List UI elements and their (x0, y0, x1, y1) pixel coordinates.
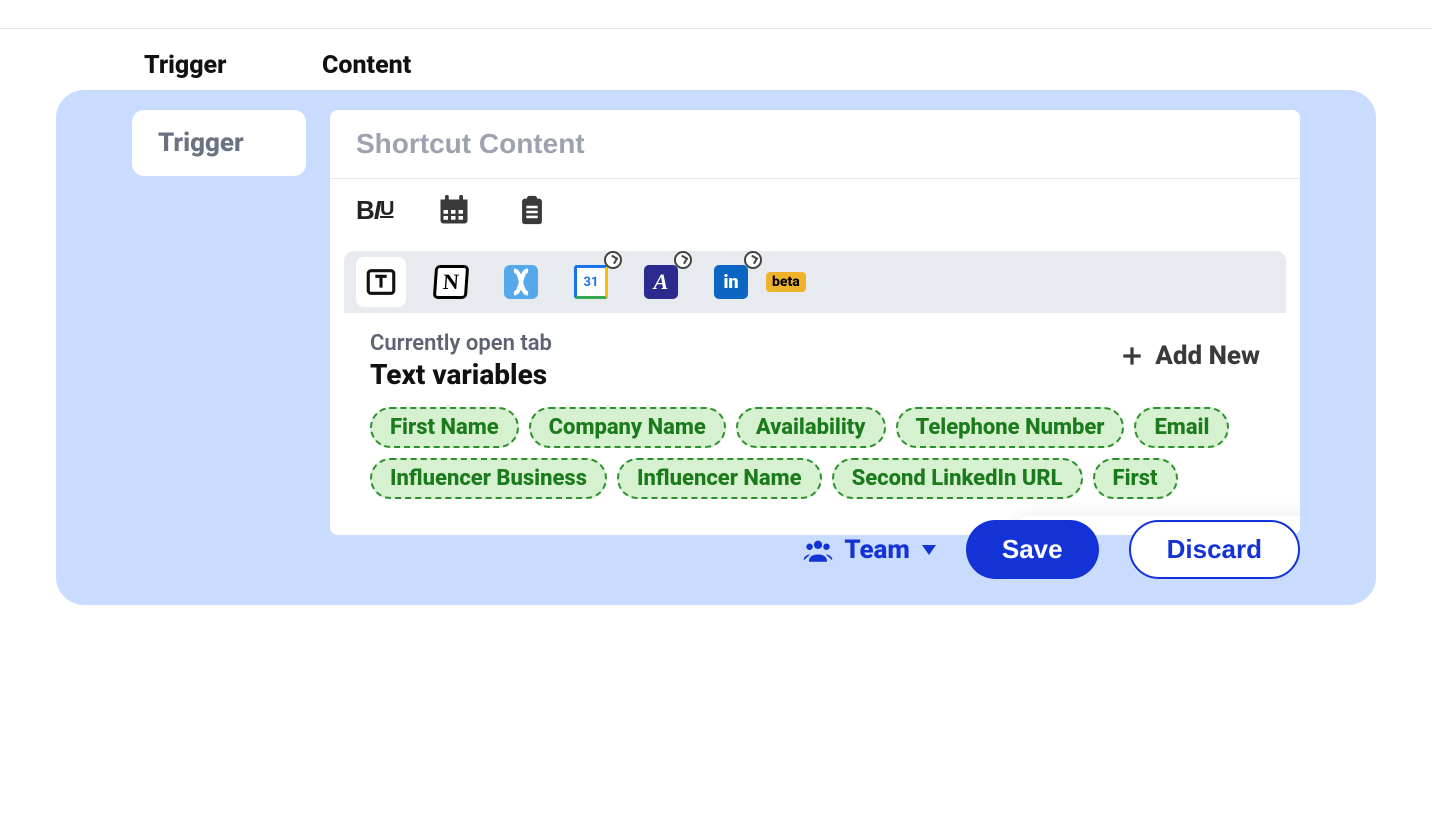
shortcut-icon (504, 265, 538, 299)
save-button[interactable]: Save (966, 520, 1099, 579)
tab-linkedin[interactable]: in (706, 257, 756, 307)
add-new-button[interactable]: Add New (1119, 341, 1260, 371)
tab-google-calendar[interactable]: 31 (566, 257, 616, 307)
recent-badge-icon (674, 251, 692, 269)
content-input[interactable] (330, 110, 1300, 178)
recent-badge-icon (744, 251, 762, 269)
recent-badge-icon (604, 251, 622, 269)
bold-italic-underline-button[interactable]: BIU (356, 195, 393, 226)
team-dropdown-label: Team (844, 535, 910, 565)
variable-token[interactable]: Second LinkedIn URL (832, 458, 1083, 499)
clipboard-icon[interactable] (515, 191, 549, 229)
trigger-placeholder: Trigger (158, 128, 244, 158)
format-toolbar: BIU (330, 179, 1300, 237)
token-list: First NameCompany NameAvailabilityTeleph… (370, 407, 1260, 499)
integration-tabs: N 31 A in (344, 251, 1286, 313)
tab-notion[interactable]: N (426, 257, 476, 307)
tab-asana[interactable]: A (636, 257, 686, 307)
footer-actions: Team Save Discard (802, 520, 1300, 579)
chevron-down-icon (922, 545, 936, 555)
variable-token[interactable]: First (1093, 458, 1178, 499)
notion-icon: N (433, 265, 469, 299)
calendar-icon[interactable] (435, 192, 473, 228)
variable-token[interactable]: Influencer Name (617, 458, 822, 499)
tab-shortcut[interactable] (496, 257, 546, 307)
column-headers: Trigger Content (56, 29, 1376, 90)
content-editor: BIU N (330, 110, 1300, 535)
beta-badge: beta (766, 272, 806, 292)
variable-token[interactable]: Company Name (529, 407, 726, 448)
header-content: Content (322, 51, 411, 80)
tab-text[interactable] (356, 257, 406, 307)
linkedin-icon: in (714, 265, 748, 299)
variable-token[interactable]: Email (1134, 407, 1229, 448)
variable-token[interactable]: Telephone Number (896, 407, 1125, 448)
plus-icon (1119, 343, 1145, 369)
add-new-label: Add New (1155, 341, 1260, 371)
asana-icon: A (644, 265, 678, 299)
discard-button[interactable]: Discard (1129, 520, 1300, 579)
header-trigger: Trigger (144, 51, 322, 80)
variable-token[interactable]: First Name (370, 407, 519, 448)
editor-panel: Trigger BIU (56, 90, 1376, 605)
variable-token[interactable]: Influencer Business (370, 458, 607, 499)
team-dropdown-button[interactable]: Team (802, 535, 936, 565)
team-icon (802, 537, 834, 563)
variable-token[interactable]: Availability (736, 407, 886, 448)
trigger-input-box[interactable]: Trigger (132, 110, 306, 176)
variables-card: Currently open tab Text variables Add Ne… (344, 313, 1286, 521)
google-calendar-icon: 31 (574, 265, 608, 299)
